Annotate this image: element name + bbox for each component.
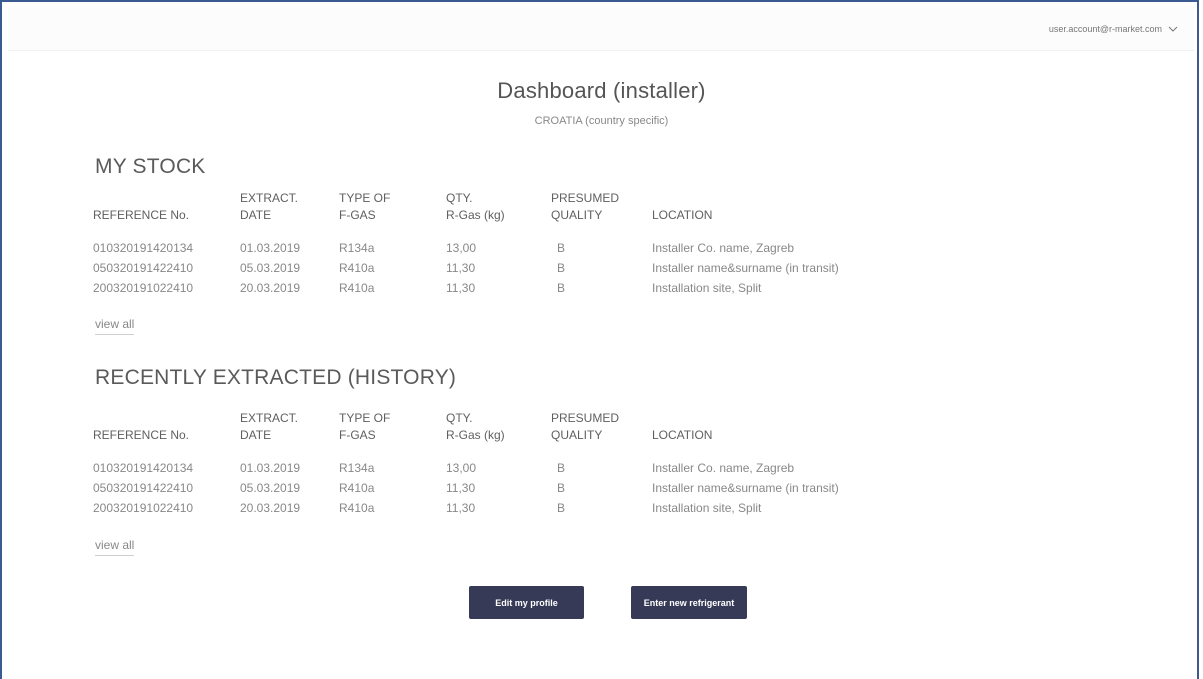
cell-type: R410a xyxy=(339,481,375,495)
cell-qty: 11,30 xyxy=(446,501,476,515)
col-header-quality: PRESUMED QUALITY xyxy=(551,191,620,222)
cell-date: 05.03.2019 xyxy=(240,261,301,275)
table-row[interactable]: 010320191420134 01.03.2019 R134a 13,00 B… xyxy=(93,238,912,258)
col-header-type: TYPE OF F-GAS xyxy=(339,191,391,222)
cell-type: R410a xyxy=(339,261,375,275)
cell-location: Installation site, Split xyxy=(652,281,762,295)
cell-location: Installer Co. name, Zagreb xyxy=(652,461,795,475)
cell-quality: B xyxy=(557,261,566,275)
table-row[interactable]: 050320191422410 05.03.2019 R410a 11,30 B… xyxy=(93,258,912,278)
col-header-type: TYPE OF F-GAS xyxy=(339,411,391,442)
cell-quality: B xyxy=(557,241,566,255)
history-title: RECENTLY EXTRACTED (HISTORY) xyxy=(95,366,457,389)
cell-reference: 010320191420134 xyxy=(93,241,194,255)
cell-qty: 11,30 xyxy=(446,481,476,495)
cell-location: Installer Co. name, Zagreb xyxy=(652,241,795,255)
col-header-qty: QTY. R-Gas (kg) xyxy=(446,191,505,222)
account-email: user.account@r-market.com xyxy=(1048,24,1162,34)
cell-date: 20.03.2019 xyxy=(240,501,301,515)
my-stock-view-all-link[interactable]: view all xyxy=(95,317,135,335)
cell-type: R134a xyxy=(339,241,375,255)
my-stock-title: MY STOCK xyxy=(95,155,206,178)
cell-qty: 11,30 xyxy=(446,261,476,275)
enter-refrigerant-button[interactable]: Enter new refrigerant xyxy=(631,586,747,619)
edit-profile-button[interactable]: Edit my profile xyxy=(469,586,584,619)
cell-type: R134a xyxy=(339,461,375,475)
cell-reference: 050320191422410 xyxy=(93,481,194,495)
table-row[interactable]: 050320191422410 05.03.2019 R410a 11,30 B… xyxy=(93,478,912,498)
col-header-date: EXTRACT. DATE xyxy=(240,411,299,442)
cell-date: 01.03.2019 xyxy=(240,461,301,475)
cell-type: R410a xyxy=(339,281,375,295)
col-header-reference: REFERENCE No. xyxy=(93,208,190,222)
cell-location: Installation site, Split xyxy=(652,501,762,515)
col-header-location: LOCATION xyxy=(652,428,713,442)
cell-date: 01.03.2019 xyxy=(240,241,301,255)
cell-reference: 200320191022410 xyxy=(93,501,194,515)
page-subtitle: CROATIA (country specific) xyxy=(534,115,669,127)
cell-qty: 13,00 xyxy=(446,241,477,255)
table-header-row: REFERENCE No. EXTRACT. DATE TYPE OF F-GAS … xyxy=(93,410,912,458)
col-header-reference: REFERENCE No. xyxy=(93,428,190,442)
cell-reference: 200320191022410 xyxy=(93,281,194,295)
account-menu[interactable]: user.account@r-market.com xyxy=(1049,24,1178,34)
col-header-qty: QTY. R-Gas (kg) xyxy=(446,411,505,442)
cell-qty: 13,00 xyxy=(446,461,477,475)
cell-date: 20.03.2019 xyxy=(240,281,301,295)
col-header-location: LOCATION xyxy=(652,208,713,222)
cell-quality: B xyxy=(557,281,566,295)
cell-quality: B xyxy=(557,481,566,495)
history-view-all-link[interactable]: view all xyxy=(95,538,135,556)
table-row[interactable]: 010320191420134 01.03.2019 R134a 13,00 B… xyxy=(93,458,912,478)
cell-type: R410a xyxy=(339,501,375,515)
table-row[interactable]: 200320191022410 20.03.2019 R410a 11,30 B… xyxy=(93,278,912,298)
cell-location: Installer name&surname (in transit) xyxy=(652,261,839,275)
table-header-row: REFERENCE No. EXTRACT. DATE TYPE OF F-GAS … xyxy=(93,190,912,238)
cell-date: 05.03.2019 xyxy=(240,481,301,495)
cell-quality: B xyxy=(557,501,566,515)
chevron-down-icon xyxy=(1168,26,1178,32)
top-bar: user.account@r-market.com xyxy=(8,6,1194,51)
col-header-date: EXTRACT. DATE xyxy=(240,191,299,222)
col-header-quality: PRESUMED QUALITY xyxy=(551,411,620,442)
cell-quality: B xyxy=(557,461,566,475)
cell-location: Installer name&surname (in transit) xyxy=(652,481,839,495)
table-row[interactable]: 200320191022410 20.03.2019 R410a 11,30 B… xyxy=(93,498,912,518)
page-title: Dashboard (installer) xyxy=(497,78,706,103)
cell-reference: 010320191420134 xyxy=(93,461,194,475)
my-stock-table: REFERENCE No. EXTRACT. DATE TYPE OF F-GAS … xyxy=(93,190,912,298)
history-table: REFERENCE No. EXTRACT. DATE TYPE OF F-GAS … xyxy=(93,410,912,518)
cell-reference: 050320191422410 xyxy=(93,261,194,275)
cell-qty: 11,30 xyxy=(446,281,476,295)
